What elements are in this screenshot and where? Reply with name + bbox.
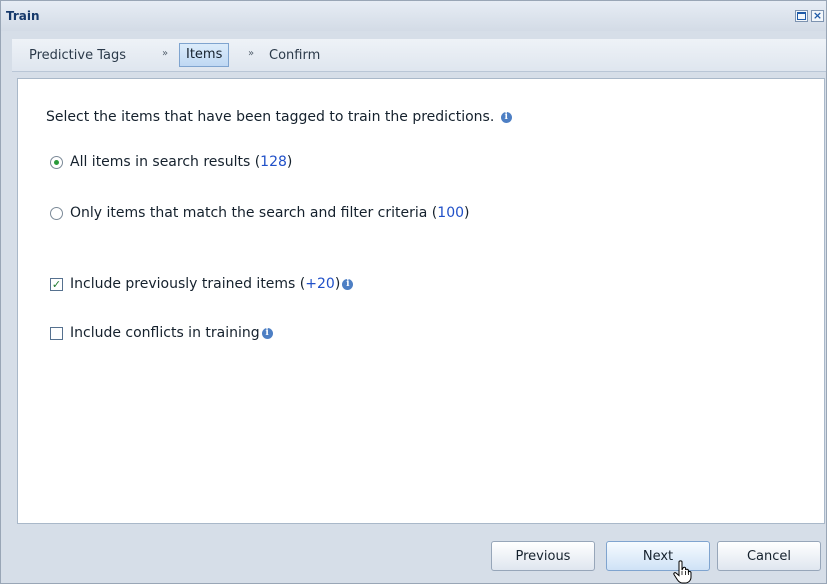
radio-matching-items[interactable]: Only items that match the search and fil… — [50, 205, 469, 221]
radio-button[interactable] — [50, 155, 63, 169]
breadcrumb: Predictive Tags » Items » Confirm — [12, 39, 826, 72]
breadcrumb-predictive-tags[interactable]: Predictive Tags — [29, 48, 126, 63]
breadcrumb-separator: » — [248, 48, 255, 59]
close-button[interactable]: × — [811, 10, 824, 22]
radio-selected-dot — [54, 159, 59, 165]
checkbox[interactable] — [50, 326, 63, 340]
close-icon: × — [812, 9, 823, 22]
checkbox-previously-trained[interactable]: ✓ Include previously trained items (+20)… — [50, 276, 354, 292]
info-icon[interactable]: i — [500, 111, 512, 123]
intro-label: Select the items that have been tagged t… — [46, 109, 495, 125]
checkbox-include-conflicts[interactable]: Include conflicts in training i — [50, 325, 273, 341]
checkbox[interactable]: ✓ — [50, 277, 63, 291]
label-suffix: ) — [286, 154, 293, 170]
check-conflicts-label: Include conflicts in training — [70, 325, 260, 341]
radio-match-label: Only items that match the search and fil… — [70, 205, 438, 221]
breadcrumb-separator: » — [162, 48, 169, 59]
cancel-button[interactable]: Cancel — [717, 541, 821, 571]
radio-all-label: All items in search results ( — [70, 154, 261, 170]
title-bar: Train × — [1, 1, 826, 31]
radio-all-items[interactable]: All items in search results (128) — [50, 154, 292, 170]
label-suffix: ) — [464, 205, 470, 221]
item-count: 100 — [437, 205, 465, 221]
previous-button[interactable]: Previous — [491, 541, 595, 571]
checkmark-icon: ✓ — [51, 277, 62, 291]
dialog-title: Train — [6, 9, 40, 23]
maximize-icon — [797, 12, 806, 20]
radio-button[interactable] — [50, 206, 63, 220]
maximize-button[interactable] — [795, 10, 808, 22]
label-suffix: ) — [334, 276, 341, 292]
breadcrumb-confirm[interactable]: Confirm — [269, 48, 320, 63]
dialog-footer: Previous Next Cancel — [1, 531, 826, 583]
item-count: 128 — [260, 154, 287, 170]
item-count: +20 — [305, 276, 335, 292]
next-button[interactable]: Next — [606, 541, 710, 571]
content-panel: Select the items that have been tagged t… — [17, 78, 825, 524]
check-previous-label: Include previously trained items ( — [70, 276, 306, 292]
intro-text: Select the items that have been tagged t… — [46, 109, 512, 125]
breadcrumb-items[interactable]: Items — [179, 43, 230, 67]
train-dialog: Train × Predictive Tags » Items » Confir… — [0, 0, 827, 584]
info-icon[interactable]: i — [261, 327, 273, 339]
hand-cursor-icon — [673, 560, 692, 584]
info-icon[interactable]: i — [342, 278, 354, 290]
